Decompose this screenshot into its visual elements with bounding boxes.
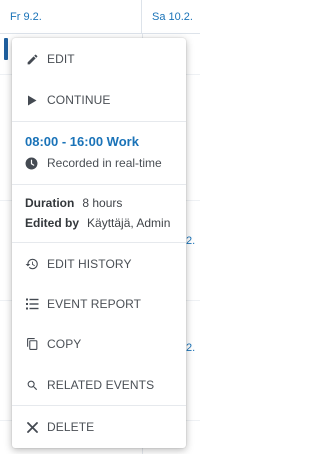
- peek-date-label: 2.: [186, 235, 196, 247]
- edit-label: EDIT: [47, 52, 75, 66]
- edit-history-menu-item[interactable]: EDIT HISTORY: [12, 245, 186, 283]
- edit-history-label: EDIT HISTORY: [47, 257, 132, 271]
- edited-by-value: Käyttäjä, Admin: [87, 216, 171, 230]
- continue-label: CONTINUE: [47, 93, 111, 107]
- delete-menu-item[interactable]: DELETE: [12, 408, 186, 446]
- list-icon: [25, 297, 39, 311]
- delete-label: DELETE: [47, 420, 95, 434]
- duration-row: Duration 8 hours: [25, 196, 122, 210]
- duration-key: Duration: [25, 196, 75, 210]
- menu-separator: [12, 405, 186, 406]
- copy-menu-item[interactable]: COPY: [12, 325, 186, 363]
- copy-icon: [25, 337, 39, 351]
- related-events-menu-item[interactable]: RELATED EVENTS: [12, 366, 186, 404]
- menu-separator: [12, 121, 186, 122]
- edited-by-key: Edited by: [25, 216, 80, 230]
- history-icon: [25, 257, 39, 271]
- event-report-label: EVENT REPORT: [47, 297, 142, 311]
- copy-label: COPY: [47, 337, 82, 351]
- event-marker[interactable]: [4, 38, 8, 60]
- edit-menu-item[interactable]: EDIT: [12, 40, 186, 78]
- recorded-text: Recorded in real-time: [47, 156, 162, 170]
- play-icon: [25, 93, 39, 107]
- recorded-status: Recorded in real-time: [25, 156, 162, 170]
- edited-by-row: Edited by Käyttäjä, Admin: [25, 216, 170, 230]
- menu-separator: [12, 184, 186, 185]
- event-report-menu-item[interactable]: EVENT REPORT: [12, 285, 186, 323]
- close-icon: [25, 420, 39, 434]
- day-header-saturday[interactable]: Sa 10.2.: [142, 0, 200, 34]
- menu-separator: [12, 242, 186, 243]
- peek-date-label: 2.: [186, 342, 196, 354]
- event-time-title[interactable]: 08:00 - 16:00 Work: [25, 134, 139, 149]
- related-events-label: RELATED EVENTS: [47, 378, 155, 392]
- day-header-friday[interactable]: Fr 9.2.: [0, 0, 142, 34]
- event-context-menu: EDIT CONTINUE 08:00 - 16:00 Work Recorde…: [12, 38, 186, 448]
- duration-value: 8 hours: [82, 196, 123, 210]
- search-icon: [25, 378, 39, 392]
- clock-icon: [25, 156, 39, 170]
- pencil-icon: [25, 52, 39, 66]
- continue-menu-item[interactable]: CONTINUE: [12, 81, 186, 119]
